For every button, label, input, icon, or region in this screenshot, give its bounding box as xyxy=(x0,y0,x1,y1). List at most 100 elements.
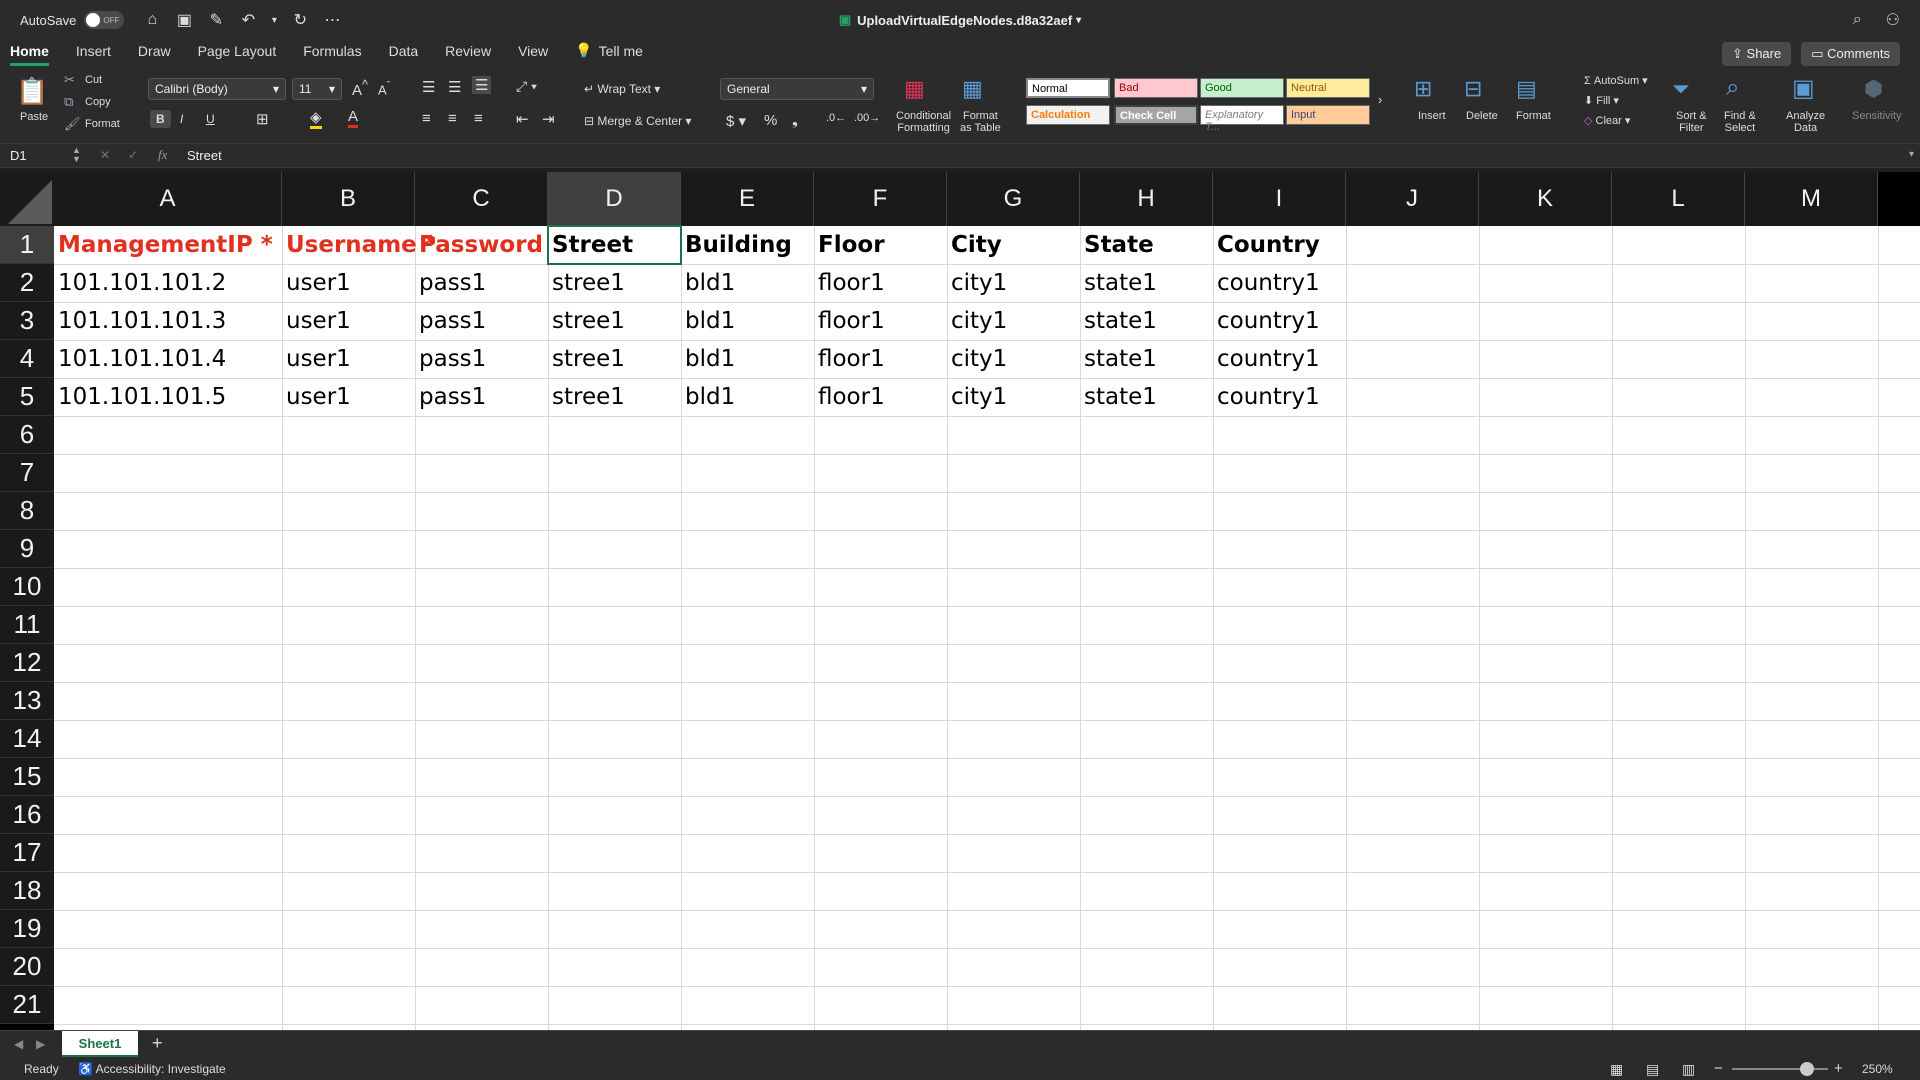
row-header-14[interactable]: 14 xyxy=(0,720,54,758)
cell-f4[interactable]: floor1 xyxy=(814,340,947,378)
cell-h2[interactable]: state1 xyxy=(1080,264,1213,302)
cell-b2[interactable]: user1 xyxy=(282,264,415,302)
cell-i5[interactable]: country1 xyxy=(1213,378,1346,416)
cell-h4[interactable]: state1 xyxy=(1080,340,1213,378)
cell-a4[interactable]: 101.101.101.4 xyxy=(54,340,282,378)
cell-c4[interactable]: pass1 xyxy=(415,340,548,378)
style-normal[interactable]: Normal xyxy=(1026,78,1110,98)
more-icon[interactable]: ⋯ xyxy=(322,10,342,30)
column-header-m[interactable]: M xyxy=(1745,172,1878,226)
cell-h1[interactable]: State xyxy=(1080,226,1213,264)
clear-button[interactable]: ◇ Clear ▾ xyxy=(1584,114,1630,127)
column-header-l[interactable]: L xyxy=(1612,172,1745,226)
cell-a1[interactable]: ManagementIP * xyxy=(54,226,302,264)
format-as-table-button[interactable]: Format as Table xyxy=(960,110,1001,134)
cell-e1[interactable]: Building xyxy=(681,226,814,264)
format-button[interactable]: Format xyxy=(1516,110,1551,122)
tab-page-layout[interactable]: Page Layout xyxy=(198,43,277,66)
row-header-3[interactable]: 3 xyxy=(0,302,54,340)
delete-button[interactable]: Delete xyxy=(1466,110,1498,122)
align-middle-icon[interactable]: ☰ xyxy=(448,78,461,96)
next-sheet-icon[interactable]: ▶ xyxy=(36,1037,45,1051)
row-header-9[interactable]: 9 xyxy=(0,530,54,568)
chevron-down-icon[interactable]: ▾ xyxy=(270,15,278,26)
row-header-21[interactable]: 21 xyxy=(0,986,54,1024)
row-header-12[interactable]: 12 xyxy=(0,644,54,682)
paste-icon[interactable]: 📋 xyxy=(16,76,48,107)
tab-data[interactable]: Data xyxy=(389,43,419,66)
cell-c1[interactable]: Password * xyxy=(415,226,548,264)
insert-function-icon[interactable]: fx xyxy=(158,147,167,163)
cell-i3[interactable]: country1 xyxy=(1213,302,1346,340)
row-header-19[interactable]: 19 xyxy=(0,910,54,948)
cell-area[interactable]: ManagementIP *Username *Password *Street… xyxy=(54,225,1920,1030)
page-break-view-icon[interactable]: ▥ xyxy=(1682,1061,1695,1078)
row-header-1[interactable]: 1 xyxy=(0,226,54,264)
cell-e5[interactable]: bld1 xyxy=(681,378,814,416)
tab-review[interactable]: Review xyxy=(445,43,491,66)
tab-home[interactable]: Home xyxy=(10,43,49,66)
wrap-text-button[interactable]: ↵ Wrap Text ▾ xyxy=(584,82,660,96)
share-button[interactable]: ⇪ Share xyxy=(1722,42,1792,66)
cell-e4[interactable]: bld1 xyxy=(681,340,814,378)
save-as-icon[interactable]: ✎ xyxy=(206,10,226,30)
zoom-out-icon[interactable]: − xyxy=(1714,1060,1723,1077)
cell-g1[interactable]: City xyxy=(947,226,1080,264)
cell-c2[interactable]: pass1 xyxy=(415,264,548,302)
row-header-8[interactable]: 8 xyxy=(0,492,54,530)
zoom-in-icon[interactable]: + xyxy=(1834,1060,1843,1077)
normal-view-icon[interactable]: ▦ xyxy=(1610,1061,1623,1078)
cell-d4[interactable]: stree1 xyxy=(548,340,681,378)
increase-indent-icon[interactable]: ⇥ xyxy=(542,110,555,128)
search-icon[interactable]: ⌕ xyxy=(1853,11,1862,29)
merge-center-button[interactable]: ⊟ Merge & Center ▾ xyxy=(584,114,691,128)
cell-a2[interactable]: 101.101.101.2 xyxy=(54,264,282,302)
cell-h5[interactable]: state1 xyxy=(1080,378,1213,416)
column-header-g[interactable]: G xyxy=(947,172,1080,226)
cell-b3[interactable]: user1 xyxy=(282,302,415,340)
add-sheet-button[interactable]: + xyxy=(152,1033,163,1054)
style-input[interactable]: Input xyxy=(1286,105,1370,125)
column-header-i[interactable]: I xyxy=(1213,172,1346,226)
row-header-6[interactable]: 6 xyxy=(0,416,54,454)
cell-d3[interactable]: stree1 xyxy=(548,302,681,340)
autosum-button[interactable]: Σ AutoSum ▾ xyxy=(1584,74,1648,87)
cell-a3[interactable]: 101.101.101.3 xyxy=(54,302,282,340)
tell-me[interactable]: 💡 Tell me xyxy=(575,42,643,66)
increase-font-icon[interactable]: A^ xyxy=(352,78,368,99)
cell-b4[interactable]: user1 xyxy=(282,340,415,378)
column-header-c[interactable]: C xyxy=(415,172,548,226)
column-header-j[interactable]: J xyxy=(1346,172,1479,226)
cell-f2[interactable]: floor1 xyxy=(814,264,947,302)
cell-i2[interactable]: country1 xyxy=(1213,264,1346,302)
align-top-icon[interactable]: ☰ xyxy=(422,78,435,96)
sheet-tab-sheet1[interactable]: Sheet1 xyxy=(62,1031,138,1057)
zoom-slider-thumb[interactable] xyxy=(1800,1062,1814,1076)
find-select-button[interactable]: Find & Select xyxy=(1724,110,1756,134)
cell-c5[interactable]: pass1 xyxy=(415,378,548,416)
redo-icon[interactable]: ↻ xyxy=(290,10,310,30)
sort-filter-button[interactable]: Sort & Filter xyxy=(1676,110,1707,134)
cell-g4[interactable]: city1 xyxy=(947,340,1080,378)
row-header-10[interactable]: 10 xyxy=(0,568,54,606)
currency-icon[interactable]: $ ▾ xyxy=(726,112,746,130)
cell-b1[interactable]: Username * xyxy=(282,226,435,264)
zoom-slider[interactable] xyxy=(1732,1062,1828,1076)
cell-b5[interactable]: user1 xyxy=(282,378,415,416)
row-header-16[interactable]: 16 xyxy=(0,796,54,834)
bold-icon[interactable]: B xyxy=(150,110,171,128)
name-box-stepper-icon[interactable]: ▲ ▼ xyxy=(72,146,81,164)
home-icon[interactable]: ⌂ xyxy=(142,11,162,29)
column-header-b[interactable]: B xyxy=(282,172,415,226)
paste-button[interactable]: Paste xyxy=(20,111,48,123)
cell-e2[interactable]: bld1 xyxy=(681,264,814,302)
cell-f5[interactable]: floor1 xyxy=(814,378,947,416)
enter-icon[interactable]: ✓ xyxy=(128,148,138,162)
autosave-toggle[interactable]: OFF xyxy=(84,11,125,29)
cell-i1[interactable]: Country xyxy=(1213,226,1346,264)
cell-a5[interactable]: 101.101.101.5 xyxy=(54,378,282,416)
style-bad[interactable]: Bad xyxy=(1114,78,1198,98)
row-header-15[interactable]: 15 xyxy=(0,758,54,796)
decrease-font-icon[interactable]: Aˇ xyxy=(378,80,390,97)
style-explanatory[interactable]: Explanatory T... xyxy=(1200,105,1284,133)
